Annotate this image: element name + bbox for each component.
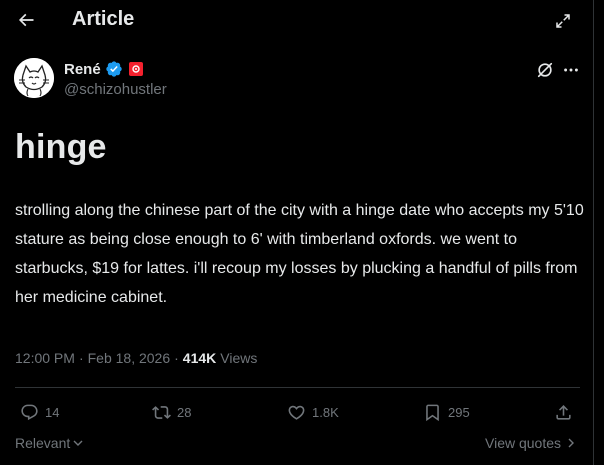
like-button[interactable]: 1.8K xyxy=(287,398,339,426)
expand-button[interactable] xyxy=(550,8,576,34)
avatar[interactable] xyxy=(14,58,54,98)
back-button[interactable] xyxy=(12,6,40,34)
affiliate-badge-icon[interactable] xyxy=(128,62,143,76)
repost-icon xyxy=(152,405,171,419)
chevron-right-icon xyxy=(568,438,575,448)
bookmark-count: 295 xyxy=(448,404,470,420)
sort-dropdown[interactable]: Relevant xyxy=(15,435,84,451)
reply-icon xyxy=(21,404,38,420)
repost-count: 28 xyxy=(177,404,192,420)
bookmark-icon xyxy=(426,404,439,421)
chevron-down-icon xyxy=(73,440,83,446)
more-options-button[interactable] xyxy=(561,60,581,80)
article-title: hinge xyxy=(15,128,107,166)
more-horizontal-icon xyxy=(564,68,578,72)
page-title: Article xyxy=(72,8,135,30)
top-bar: Article xyxy=(0,0,594,40)
repost-button[interactable]: 28 xyxy=(152,398,191,426)
scrollbar-gutter xyxy=(594,0,604,465)
views-count: 414K xyxy=(182,350,217,366)
views-label: Views xyxy=(220,350,258,366)
action-bar: 14 28 1.8K 295 xyxy=(0,398,594,426)
author-name-row: René xyxy=(64,60,143,78)
sort-label: Relevant xyxy=(15,435,71,451)
heart-icon xyxy=(288,405,305,420)
view-quotes-link[interactable]: View quotes xyxy=(485,435,577,451)
share-button[interactable] xyxy=(554,398,573,426)
bookmark-button[interactable]: 295 xyxy=(423,398,470,426)
share-icon xyxy=(556,404,571,420)
like-count: 1.8K xyxy=(312,404,339,420)
verified-badge-icon[interactable] xyxy=(105,60,123,78)
arrow-left-icon xyxy=(18,13,34,27)
divider xyxy=(15,387,580,388)
meta-separator: · xyxy=(78,350,84,366)
reply-button[interactable]: 14 xyxy=(20,398,59,426)
post-date[interactable]: Feb 18, 2026 xyxy=(88,350,171,366)
expand-icon xyxy=(556,14,570,28)
meta-separator: · xyxy=(174,350,179,366)
article-view: Article René @schizohustler hinge stroll… xyxy=(0,0,594,465)
view-quotes-label: View quotes xyxy=(485,435,562,451)
author-name[interactable]: René xyxy=(64,61,101,78)
post-meta: 12:00 PM · Feb 18, 2026 · 414K Views xyxy=(15,350,257,366)
reply-count: 14 xyxy=(45,404,60,420)
author-handle[interactable]: @schizohustler xyxy=(64,81,167,98)
grok-button[interactable] xyxy=(535,60,555,80)
grok-icon xyxy=(537,62,553,78)
post-time[interactable]: 12:00 PM xyxy=(15,350,75,366)
article-body: strolling along the chinese part of the … xyxy=(15,202,584,306)
avatar-cat-icon xyxy=(14,58,54,98)
